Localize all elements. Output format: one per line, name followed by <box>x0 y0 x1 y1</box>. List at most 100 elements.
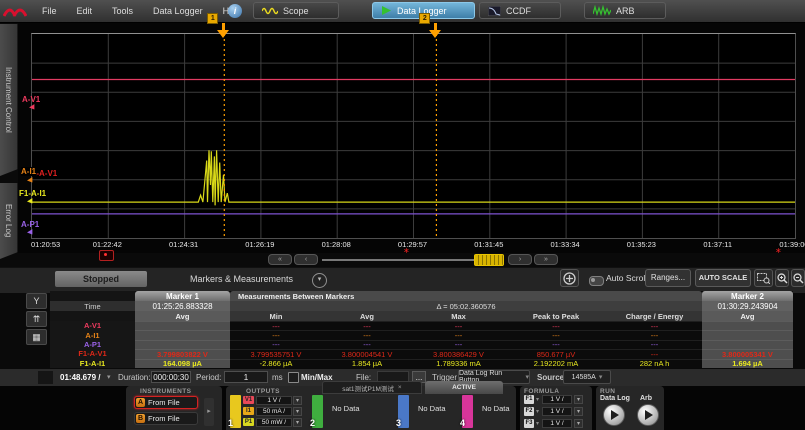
close-icon[interactable]: × <box>398 384 402 391</box>
formula-f3-tag[interactable]: F3 <box>524 419 534 428</box>
zoom-out-button[interactable] <box>791 269 805 287</box>
chevron-down-icon[interactable]: ▾ <box>312 273 327 288</box>
source-dropdown[interactable]: 14585A ▾ <box>563 370 611 384</box>
tab-scope[interactable]: Scope <box>253 2 339 19</box>
zoom-in-button[interactable] <box>775 269 789 287</box>
active-tab[interactable]: ACTIVE <box>425 381 503 394</box>
output1-p-scale-field[interactable]: 50 mW / <box>256 418 292 427</box>
output1-i-scale-caret[interactable]: ▾ <box>293 407 302 416</box>
channel-arrow-icon: ◀ <box>27 197 32 206</box>
output1-i-scale-field[interactable]: 50 mA / <box>256 407 292 416</box>
output1-v-scale-caret[interactable]: ▾ <box>293 396 302 405</box>
col-header-max: Max <box>412 311 505 321</box>
sidebar-tab-instrument-control[interactable]: Instrument Control <box>0 24 18 176</box>
instruments-header: INSTRUMENTS <box>140 388 191 395</box>
channel-label-a-i1[interactable]: A-I1 <box>21 167 36 176</box>
measurement-cell: --- <box>322 340 412 349</box>
marker-badge[interactable]: 1 <box>207 13 218 24</box>
outputs-header: OUTPUTS <box>246 388 280 395</box>
marker1-avg-cell <box>135 340 230 349</box>
datalog-run-button[interactable] <box>603 404 625 426</box>
info-icon[interactable]: i <box>228 4 242 18</box>
marker-handle[interactable] <box>429 23 442 39</box>
measurement-cell: 2.192202 mA <box>505 359 607 368</box>
marker-badge[interactable]: 2 <box>419 13 430 24</box>
output1-p1-tag[interactable]: P1 <box>243 418 254 426</box>
channel-arrow-icon: ◀ <box>27 228 32 237</box>
formula-f1-caret[interactable]: ▾ <box>574 395 583 404</box>
tab-arb[interactable]: ARB <box>584 2 666 19</box>
menu-file[interactable]: File <box>32 6 67 16</box>
scroll-jump-start-button[interactable]: « <box>268 254 292 265</box>
caret-icon[interactable]: ▾ <box>536 420 539 427</box>
tab-ccdf[interactable]: CCDF <box>479 2 561 19</box>
output1-v1-tag[interactable]: V1 <box>243 396 254 404</box>
marker2-avg-cell <box>702 321 793 330</box>
menu-tools[interactable]: Tools <box>102 6 143 16</box>
tab-scope-label: Scope <box>283 6 309 16</box>
formula-f2-caret[interactable]: ▾ <box>574 407 583 416</box>
sidebar-tab-error-log[interactable]: Error Log <box>0 183 18 259</box>
scrollbar-thumb[interactable] <box>474 254 504 266</box>
output1-v-scale-field[interactable]: 1 V / <box>256 396 292 405</box>
marker-tool-button[interactable]: Y <box>26 293 47 309</box>
marker2-avg-cell <box>702 330 793 339</box>
elapsed-caret-icon[interactable]: ▾ <box>107 373 111 381</box>
x-tick: 01:26:19 <box>245 240 274 249</box>
source-value: 14585A <box>572 374 596 381</box>
x-axis: 01:20:5301:22:4201:24:3101:26:1901:28:08… <box>31 240 794 251</box>
scroll-step-back-button[interactable]: ‹ <box>294 254 318 265</box>
measurement-cell: 3.800386429 V <box>412 349 505 358</box>
output1-p-scale-caret[interactable]: ▾ <box>293 418 302 427</box>
zoom-box-button[interactable] <box>754 269 773 287</box>
add-marker-button[interactable] <box>560 269 579 287</box>
instrument-a-button[interactable]: A From File <box>134 396 198 409</box>
formula-f3-caret[interactable]: ▾ <box>574 419 583 428</box>
scroll-jump-end-button[interactable]: » <box>534 254 558 265</box>
auto-scale-button[interactable]: AUTO SCALE <box>695 269 751 287</box>
elapsed-time: 01:48.679 / <box>60 373 100 382</box>
markers-view-button[interactable]: ⇈ <box>26 311 47 327</box>
caret-icon[interactable]: ▾ <box>536 396 539 403</box>
marker1-avg-cell <box>135 330 230 339</box>
minmax-checkbox[interactable] <box>288 372 299 383</box>
collapse-grip[interactable] <box>38 371 53 384</box>
scroll-step-forward-button[interactable]: › <box>508 254 532 265</box>
formula-f1-scale-field[interactable]: 1 V / <box>542 395 572 404</box>
measurement-cell: 1.789336 mA <box>412 359 505 368</box>
x-tick: 01:31:45 <box>474 240 503 249</box>
formula-f1-tag[interactable]: F1 <box>524 395 534 404</box>
measurement-cell: -2.866 µA <box>230 359 322 368</box>
formula-f2-scale-field[interactable]: 1 V / <box>542 407 572 416</box>
arb-run-label: Arb <box>640 395 652 402</box>
ccdf-icon <box>488 6 501 16</box>
marker-handle[interactable] <box>217 23 230 39</box>
ranges-button[interactable]: Ranges... <box>645 269 691 287</box>
arb-run-button[interactable] <box>637 404 659 426</box>
caret-icon[interactable]: ▾ <box>536 408 539 415</box>
x-tick: 01:20:53 <box>31 240 60 249</box>
formula-f2-tag[interactable]: F2 <box>524 407 534 416</box>
measurement-cell: --- <box>230 330 322 339</box>
output3-number: 3 <box>396 418 401 428</box>
expander-button[interactable]: ▸ <box>204 398 214 426</box>
menu-edit[interactable]: Edit <box>67 6 103 16</box>
channel-arrow-icon: ◀ <box>29 103 34 112</box>
formula-f3-scale-field[interactable]: 1 V / <box>542 419 572 428</box>
marker1-time: 01:25:26.883328 <box>135 301 230 311</box>
x-tick: 01:28:08 <box>322 240 351 249</box>
datalog-file-tab[interactable]: sat1测试P1M测试 × <box>322 381 422 394</box>
grid-view-button[interactable]: ▦ <box>26 329 47 345</box>
measurement-cell: --- <box>322 321 412 330</box>
output1-i1-tag[interactable]: I1 <box>243 407 254 415</box>
auto-scroll-toggle[interactable] <box>589 276 604 286</box>
marker2-header: Marker 2 <box>702 291 793 301</box>
time-row-label: Time <box>50 301 135 311</box>
menu-data-logger[interactable]: Data Logger <box>143 6 213 16</box>
duration-field[interactable]: 000:00:30 <box>151 371 191 383</box>
instrument-b-button[interactable]: B From File <box>134 412 198 425</box>
waveform-plot[interactable] <box>31 33 796 239</box>
plot-svg <box>32 34 795 238</box>
channel-label-f1-a-i1[interactable]: F1-A-I1 <box>19 189 46 198</box>
period-field[interactable]: 1 <box>224 371 268 383</box>
